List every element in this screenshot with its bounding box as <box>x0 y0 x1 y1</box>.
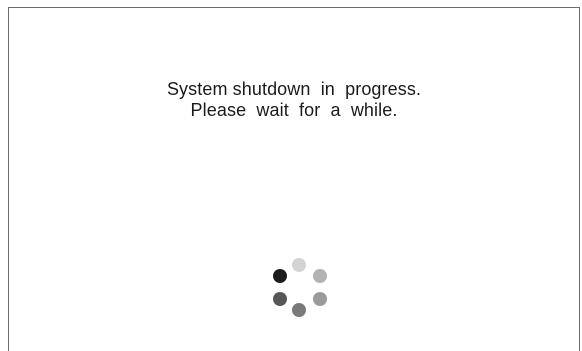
shutdown-screen: System shutdown in progress. Please wait… <box>8 7 580 351</box>
spinner-dot <box>292 303 306 317</box>
shutdown-message: System shutdown in progress. Please wait… <box>9 79 579 121</box>
shutdown-message-line-1: System shutdown in progress. <box>166 79 422 99</box>
spinner-dot <box>273 292 287 306</box>
loading-spinner-icon <box>267 258 327 318</box>
shutdown-message-line-2: Please wait for a while. <box>190 100 398 120</box>
spinner-dot <box>313 269 327 283</box>
spinner-dot <box>292 258 306 272</box>
spinner-dot <box>273 269 287 283</box>
spinner-dot <box>313 292 327 306</box>
